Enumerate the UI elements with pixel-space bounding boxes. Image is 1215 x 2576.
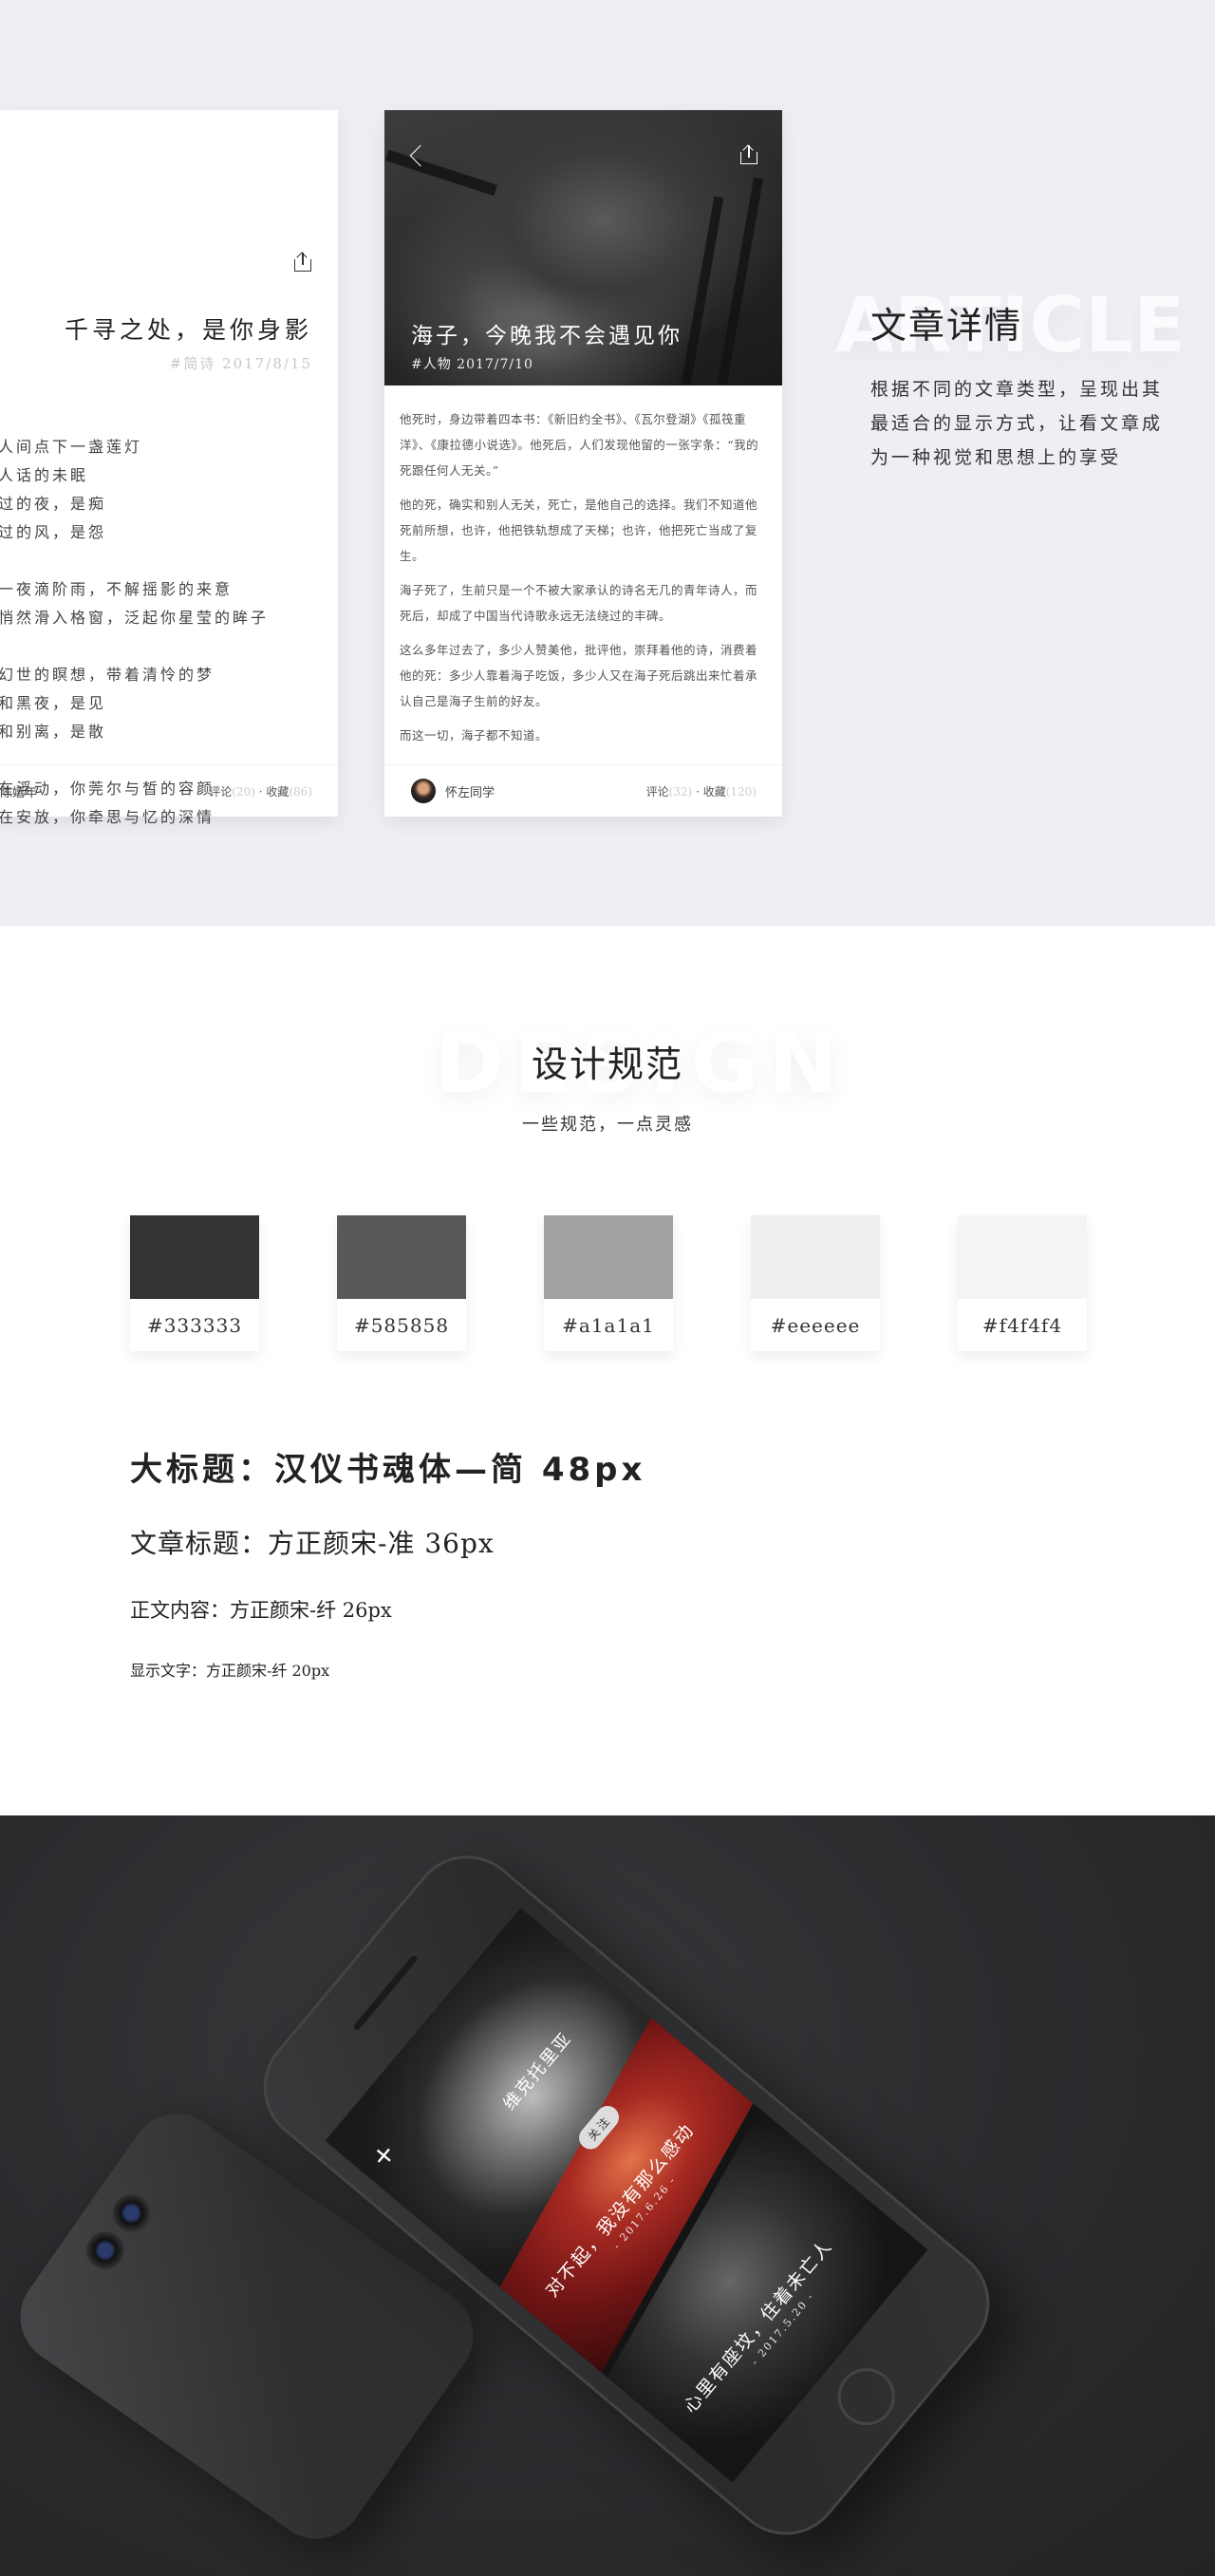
font-spec-body: 正文内容：方正颜宋-纤 26px xyxy=(130,1599,392,1622)
poem-line: 过的夜，是痴 xyxy=(0,495,107,513)
hero-image: 海子，今晚我不会遇见你 #人物 2017/7/10 xyxy=(384,110,782,385)
article-title: 海子，今晚我不会遇见你 xyxy=(411,324,682,348)
favorite-count: (120) xyxy=(725,784,757,799)
poem-line: 悄然滑入格窗，泛起你星莹的眸子 xyxy=(0,609,270,627)
poem-line: 一夜滴阶雨，不解摇影的来意 xyxy=(0,580,234,598)
author-name[interactable]: 陈嬉年 xyxy=(0,782,37,800)
comments-link[interactable]: 评论 xyxy=(209,785,232,799)
article-paragraph: 海子死了，生前只是一个不被大家承认的诗名无几的青年诗人，而死后，却成了中国当代诗… xyxy=(400,583,758,623)
camera-icon xyxy=(79,2224,132,2277)
poem-line: 过的风，是怨 xyxy=(0,523,107,541)
description-line: 最适合的显示方式，让看文章成 xyxy=(870,413,1164,434)
article-paragraph: 他死时，身边带着四本书：《新旧约全书》、《瓦尔登湖》《孤筏重洋》、《康拉德小说选… xyxy=(400,412,759,478)
photo-article-card[interactable]: 海子，今晚我不会遇见你 #人物 2017/7/10 他死时，身边带着四本书：《新… xyxy=(384,110,782,817)
swatch-label: #eeeeee xyxy=(770,1313,861,1337)
article-paragraph: 他的死，确实和别人无关，死亡，是他自己的选择。我们不知道他死前所想，也许，他把铁… xyxy=(400,498,758,563)
swatch-color xyxy=(751,1215,880,1299)
poem-line: 人话的未眠 xyxy=(0,466,89,484)
swatch-label: #f4f4f4 xyxy=(981,1313,1063,1337)
separator: · xyxy=(692,784,703,799)
poem-line: 幻世的瞑想，带着清怜的梦 xyxy=(0,666,215,684)
font-spec-display: 显示文字：方正颜宋-纤 20px xyxy=(130,1662,330,1680)
share-icon[interactable] xyxy=(294,252,311,272)
color-swatch: #a1a1a1 xyxy=(544,1215,673,1351)
stats: 评论(20) · 收藏(86) xyxy=(209,783,312,799)
article-meta: #简诗 2017/8/15 xyxy=(169,355,312,372)
article-title: 千寻之处，是你身影 xyxy=(64,316,312,344)
color-swatch: #f4f4f4 xyxy=(958,1215,1087,1351)
speaker xyxy=(352,1954,419,2032)
comment-count: (20) xyxy=(232,784,255,799)
stats: 评论(32) · 收藏(120) xyxy=(646,783,757,799)
font-spec-heading: 大标题：汉仪书魂体—简 48px xyxy=(130,1451,646,1489)
poem-line: 人间点下一盏莲灯 xyxy=(0,438,143,456)
article-meta: #人物 2017/7/10 xyxy=(411,357,533,372)
author-avatar[interactable] xyxy=(411,779,436,803)
section-title: 设计规范 xyxy=(531,1044,683,1085)
swatch-label: #585858 xyxy=(353,1313,450,1337)
article-section: 千寻之处，是你身影 #简诗 2017/8/15 人间点下一盏莲灯 人话的未眠过的夜… xyxy=(0,0,1215,926)
section-subtitle: 一些规范，一点灵感 xyxy=(522,1115,693,1135)
description-line: 根据不同的文章类型，呈现出其 xyxy=(870,379,1164,400)
comment-count: (32) xyxy=(668,784,693,799)
poem-line: 和别离，是散 xyxy=(0,723,107,741)
article-paragraph: 而这一切，海子都不知道。 xyxy=(400,728,549,743)
author-name[interactable]: 怀左同学 xyxy=(445,782,495,800)
color-swatch: #585858 xyxy=(337,1215,466,1351)
poem-article-card[interactable]: 千寻之处，是你身影 #简诗 2017/8/15 人间点下一盏莲灯 人话的未眠过的夜… xyxy=(0,110,338,826)
article-paragraph: 这么多年过去了，多少人赞美他，批评他，崇拜着他的诗，消费着他的死：多少人靠着海子… xyxy=(400,643,758,708)
font-spec-article-title: 文章标题：方正颜宋-准 36px xyxy=(130,1528,495,1559)
swatch-label: #333333 xyxy=(146,1313,243,1337)
comments-link[interactable]: 评论 xyxy=(646,785,669,799)
section-title: 文章详情 xyxy=(870,305,1023,347)
swatch-color xyxy=(337,1215,466,1299)
swatch-color xyxy=(130,1215,259,1299)
home-button xyxy=(826,2356,907,2437)
favorites-link[interactable]: 收藏 xyxy=(266,785,289,799)
swatch-color xyxy=(544,1215,673,1299)
phone-mockup-section: + 维克托里亚 关注 对不起，我没有那么感动 - 2017.6.26 - 心里有… xyxy=(0,1815,1215,2576)
color-swatch: #333333 xyxy=(130,1215,259,1351)
share-icon[interactable] xyxy=(740,144,757,164)
color-swatch: #eeeeee xyxy=(751,1215,880,1351)
swatch-label: #a1a1a1 xyxy=(562,1313,655,1337)
separator: · xyxy=(254,784,267,799)
favorite-count: (86) xyxy=(289,784,312,799)
description-line: 为一种视觉和思想上的享受 xyxy=(870,447,1122,468)
card-footer: 怀左同学 评论(32) · 收藏(120) xyxy=(384,764,782,817)
camera-icon xyxy=(104,2186,159,2240)
card-footer: 陈嬉年 评论(20) · 收藏(86) xyxy=(0,764,338,817)
poem-line: 和黑夜，是见 xyxy=(0,694,107,712)
article-body: 他死时，身边带着四本书：《新旧约全书》、《瓦尔登湖》《孤筏重洋》、《康拉德小说选… xyxy=(400,406,767,757)
section-description: 根据不同的文章类型，呈现出其 最适合的显示方式，让看文章成 为一种视觉和思想上的… xyxy=(870,372,1193,475)
favorites-link[interactable]: 收藏 xyxy=(703,785,726,799)
swatch-color xyxy=(958,1215,1087,1299)
